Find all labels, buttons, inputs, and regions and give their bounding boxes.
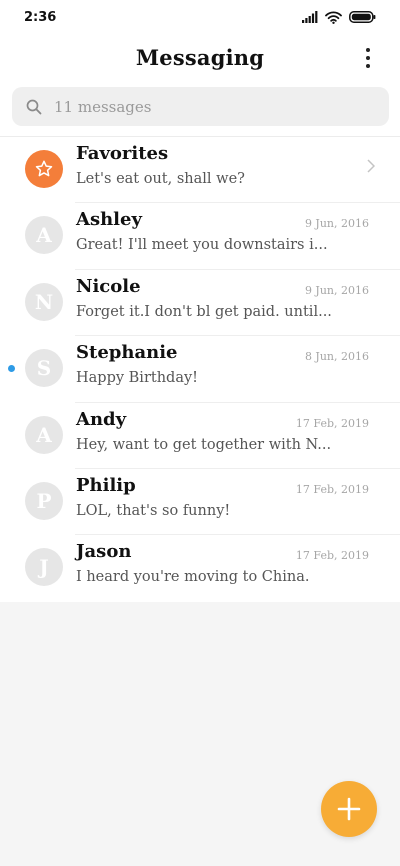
search-input[interactable] [54,97,354,116]
more-options-button[interactable] [360,46,376,70]
search-area [0,80,400,136]
message-date: 17 Feb, 2019 [295,482,369,496]
conversation-item[interactable]: N Nicole 9 Jun, 2016 Forget it.I don't b… [0,270,400,337]
message-preview: Hey, want to get together with N... [76,436,332,453]
status-icons [302,11,376,24]
conversation-item[interactable]: J Jason 17 Feb, 2019 I heard you're movi… [0,535,400,601]
message-date: 8 Jun, 2016 [304,350,369,364]
messaging-screen: 2:36 Messaging 11 messages Favorites Let… [0,0,400,866]
contact-avatar: J [25,548,63,587]
message-preview: I heard you're moving to China. [76,569,310,586]
conversation-item[interactable]: P Philip 17 Feb, 2019 LOL, that's so fun… [0,469,400,536]
message-preview: Forget it.I don't bl get paid. until... [76,303,332,320]
more-vert-icon [366,48,370,52]
conversation-item[interactable]: S Stephanie 8 Jun, 2016 Happy Birthday! [0,336,400,403]
more-vert-icon-dot [366,64,370,68]
contact-avatar: A [25,216,63,255]
plus-icon [337,797,361,821]
status-bar: 2:36 [0,0,400,34]
battery-icon [349,11,376,23]
chevron-right-icon [367,159,375,173]
favorites-name: Favorites [76,143,169,164]
contact-avatar: S [25,349,63,388]
message-date: 9 Jun, 2016 [304,217,369,231]
message-preview: Great! I'll meet you downstairs i... [76,237,328,254]
conversation-list: Favorites Let's eat out, shall we? A Ash… [0,136,400,602]
contact-name: Philip [76,474,136,496]
contact-avatar: N [25,282,63,321]
app-header: Messaging [0,34,400,80]
favorites-avatar [25,150,63,188]
star-icon [35,160,53,177]
more-vert-icon-dot [366,56,370,60]
new-message-button[interactable] [321,781,377,837]
conversation-item[interactable]: A Ashley 9 Jun, 2016 Great! I'll meet yo… [0,203,400,271]
contact-avatar: A [25,415,63,454]
favorites-item[interactable]: Favorites Let's eat out, shall we? [0,137,400,204]
contact-name: Stephanie [76,342,178,364]
status-time: 2:36 [24,9,57,25]
message-preview: Happy Birthday! [76,370,198,387]
message-date: 9 Jun, 2016 [304,283,369,297]
contact-name: Ashley [76,209,142,231]
message-date: 17 Feb, 2019 [295,416,369,430]
search-icon [26,99,42,114]
message-preview: LOL, that's so funny! [76,502,231,519]
signal-icon [302,11,318,23]
contact-avatar: P [25,481,63,520]
page-title: Messaging [135,44,265,70]
contact-name: Andy [76,408,127,430]
wifi-icon [325,11,342,24]
contact-name: Nicole [76,275,141,297]
conversation-item[interactable]: A Andy 17 Feb, 2019 Hey, want to get tog… [0,403,400,470]
message-date: 17 Feb, 2019 [295,549,369,563]
contact-name: Jason [76,541,132,563]
unread-indicator [8,365,15,373]
search-bar[interactable] [12,87,389,126]
favorites-preview: Let's eat out, shall we? [76,171,245,187]
